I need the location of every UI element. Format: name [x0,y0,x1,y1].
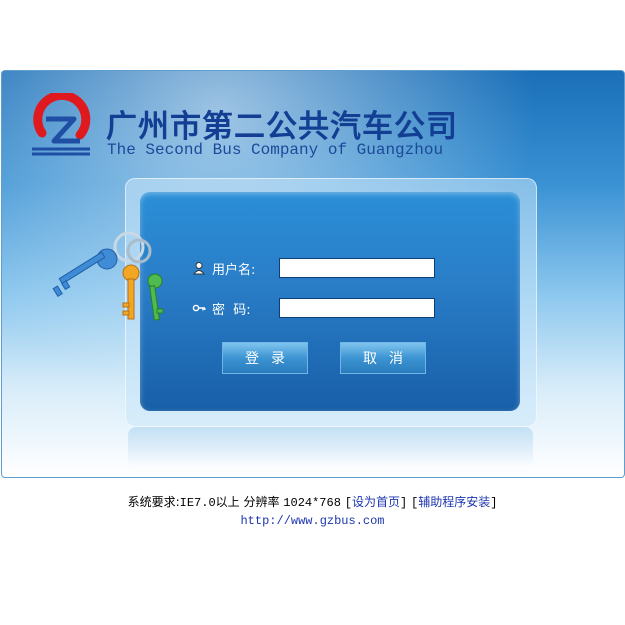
system-requirements: 系统要求:IE7.0以上 分辨率 1024*768 [设为首页] [辅助程序安装… [127,495,498,510]
password-row: 密 码: [192,298,435,318]
keys-icon [52,231,164,321]
requirements-prefix: 系统要求: [127,495,180,509]
login-button[interactable]: 登录 [222,342,308,374]
company-name-cn: 广州市第二公共汽车公司 [106,109,458,145]
username-input[interactable] [279,258,435,278]
panel-reflection [128,427,533,467]
username-row: 用户名: [192,258,435,278]
password-input[interactable] [279,298,435,318]
website-row: http://www.gzbus.com [0,514,625,528]
company-logo-icon [32,93,91,156]
username-label: 用户名: [212,262,256,278]
requirements-mid: 以上 分辨率 [215,495,284,509]
key-icon [192,304,206,312]
install-helper-link[interactable]: 辅助程序安装 [418,495,490,509]
password-label: 密 码: [212,302,251,318]
cancel-button[interactable]: 取消 [340,342,426,374]
company-name-en: The Second Bus Company of Guangzhou [107,141,444,159]
user-icon [193,262,205,275]
website-link[interactable]: http://www.gzbus.com [240,514,384,528]
set-homepage-link[interactable]: 设为首页 [352,495,400,509]
requirements-ie: IE7.0 [179,496,216,510]
requirements-resolution: 1024*768 [283,496,341,510]
